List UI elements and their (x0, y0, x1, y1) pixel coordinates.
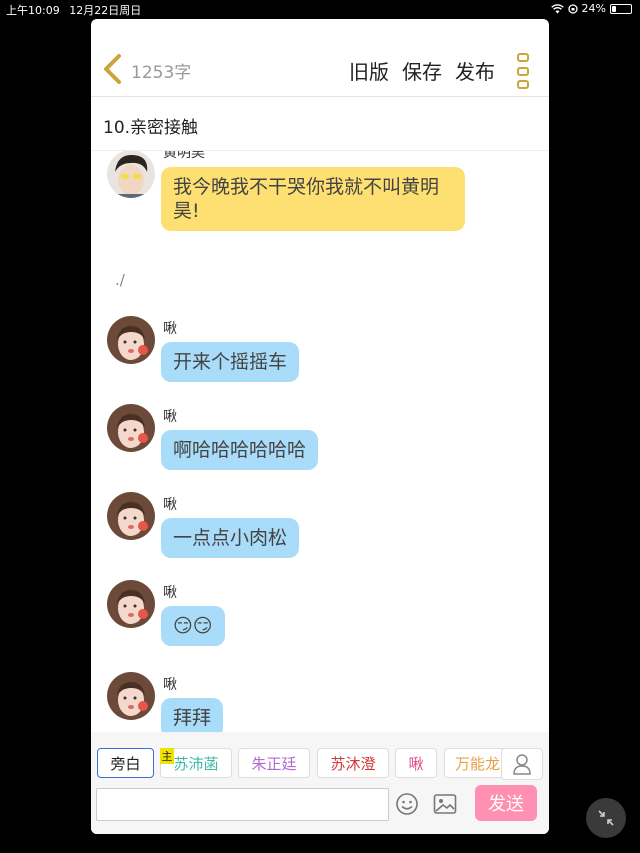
editor-header: 1253字 旧版 保存 发布 (91, 19, 549, 97)
girl-avatar-icon (107, 672, 155, 720)
status-indicators: 24% (550, 2, 632, 15)
speaker-name: 啾 (163, 409, 177, 425)
avatar[interactable] (107, 492, 155, 540)
message-input[interactable] (96, 788, 389, 821)
battery-icon (610, 3, 632, 14)
status-time: 上午10:09 (6, 4, 60, 17)
avatar[interactable] (107, 151, 155, 198)
narration-text[interactable]: ./ (115, 271, 125, 289)
main-character-badge: 主 (160, 748, 174, 764)
girl-avatar-icon (107, 316, 155, 364)
character-chip[interactable]: 啾 (395, 748, 437, 778)
more-menu-dot (517, 80, 529, 89)
more-menu-dot (517, 53, 529, 62)
battery-percent: 24% (581, 2, 606, 15)
publish-button[interactable]: 发布 (455, 56, 495, 85)
character-chip-narrator[interactable]: 旁白 (97, 748, 154, 778)
old-version-button[interactable]: 旧版 (349, 56, 389, 85)
chat-transcript[interactable]: 黄明昊 我今晚我不干哭你我就不叫黄明昊! ./ 啾 开来个摇摇车 啾 啊哈哈哈哈… (91, 151, 549, 749)
rotation-lock-icon (567, 3, 578, 14)
message-bubble[interactable]: 😏😏 (161, 606, 225, 646)
send-button[interactable]: 发送 (475, 785, 537, 821)
battery-level (612, 5, 616, 12)
avatar[interactable] (107, 580, 155, 628)
speaker-name: 啾 (163, 677, 177, 693)
girl-avatar-icon (107, 492, 155, 540)
speaker-name: 啾 (163, 321, 177, 337)
speaker-name: 啾 (163, 585, 177, 601)
girl-avatar-icon (107, 404, 155, 452)
message-bubble[interactable]: 一点点小肉松 (161, 518, 300, 558)
wifi-icon (550, 3, 564, 13)
minimize-button[interactable] (586, 798, 626, 838)
girl-avatar-icon (107, 580, 155, 628)
character-chip[interactable]: 万能龙 (444, 748, 506, 778)
message-bubble[interactable]: 我今晚我不干哭你我就不叫黄明昊! (161, 167, 465, 231)
composer-bar: 旁白 苏沛菡 主 朱正廷 苏沐澄 啾 万能龙 发送 (91, 732, 549, 834)
editor-panel: 1253字 旧版 保存 发布 10.亲密接触 黄明昊 我今晚我不干哭你我就不叫黄… (91, 19, 549, 834)
character-manager-button[interactable] (501, 748, 543, 780)
speaker-name: 黄明昊 (163, 151, 205, 161)
boy-avatar-icon (107, 151, 155, 198)
chapter-title[interactable]: 10.亲密接触 (103, 113, 198, 138)
word-count: 1253字 (131, 63, 192, 83)
character-chip[interactable]: 苏沐澄 (317, 748, 389, 778)
status-date: 12月22日周日 (69, 4, 142, 17)
character-chip[interactable]: 朱正廷 (238, 748, 310, 778)
collapse-arrows-icon (598, 810, 614, 826)
message-bubble[interactable]: 开来个摇摇车 (161, 342, 300, 382)
avatar[interactable] (107, 672, 155, 720)
more-menu-icon[interactable] (517, 53, 531, 89)
more-menu-dot (517, 66, 529, 76)
status-datetime: 上午10:09 12月22日周日 (6, 2, 141, 18)
header-divider (91, 96, 549, 97)
save-button[interactable]: 保存 (402, 56, 442, 85)
image-icon[interactable] (433, 793, 457, 815)
speaker-name: 啾 (163, 497, 177, 513)
back-chevron-icon[interactable] (101, 53, 125, 85)
avatar[interactable] (107, 404, 155, 452)
emoji-icon[interactable] (395, 792, 419, 816)
person-icon (513, 754, 531, 775)
status-bar: 上午10:09 12月22日周日 24% (0, 0, 640, 18)
message-bubble[interactable]: 啊哈哈哈哈哈哈 (161, 430, 319, 470)
avatar[interactable] (107, 316, 155, 364)
